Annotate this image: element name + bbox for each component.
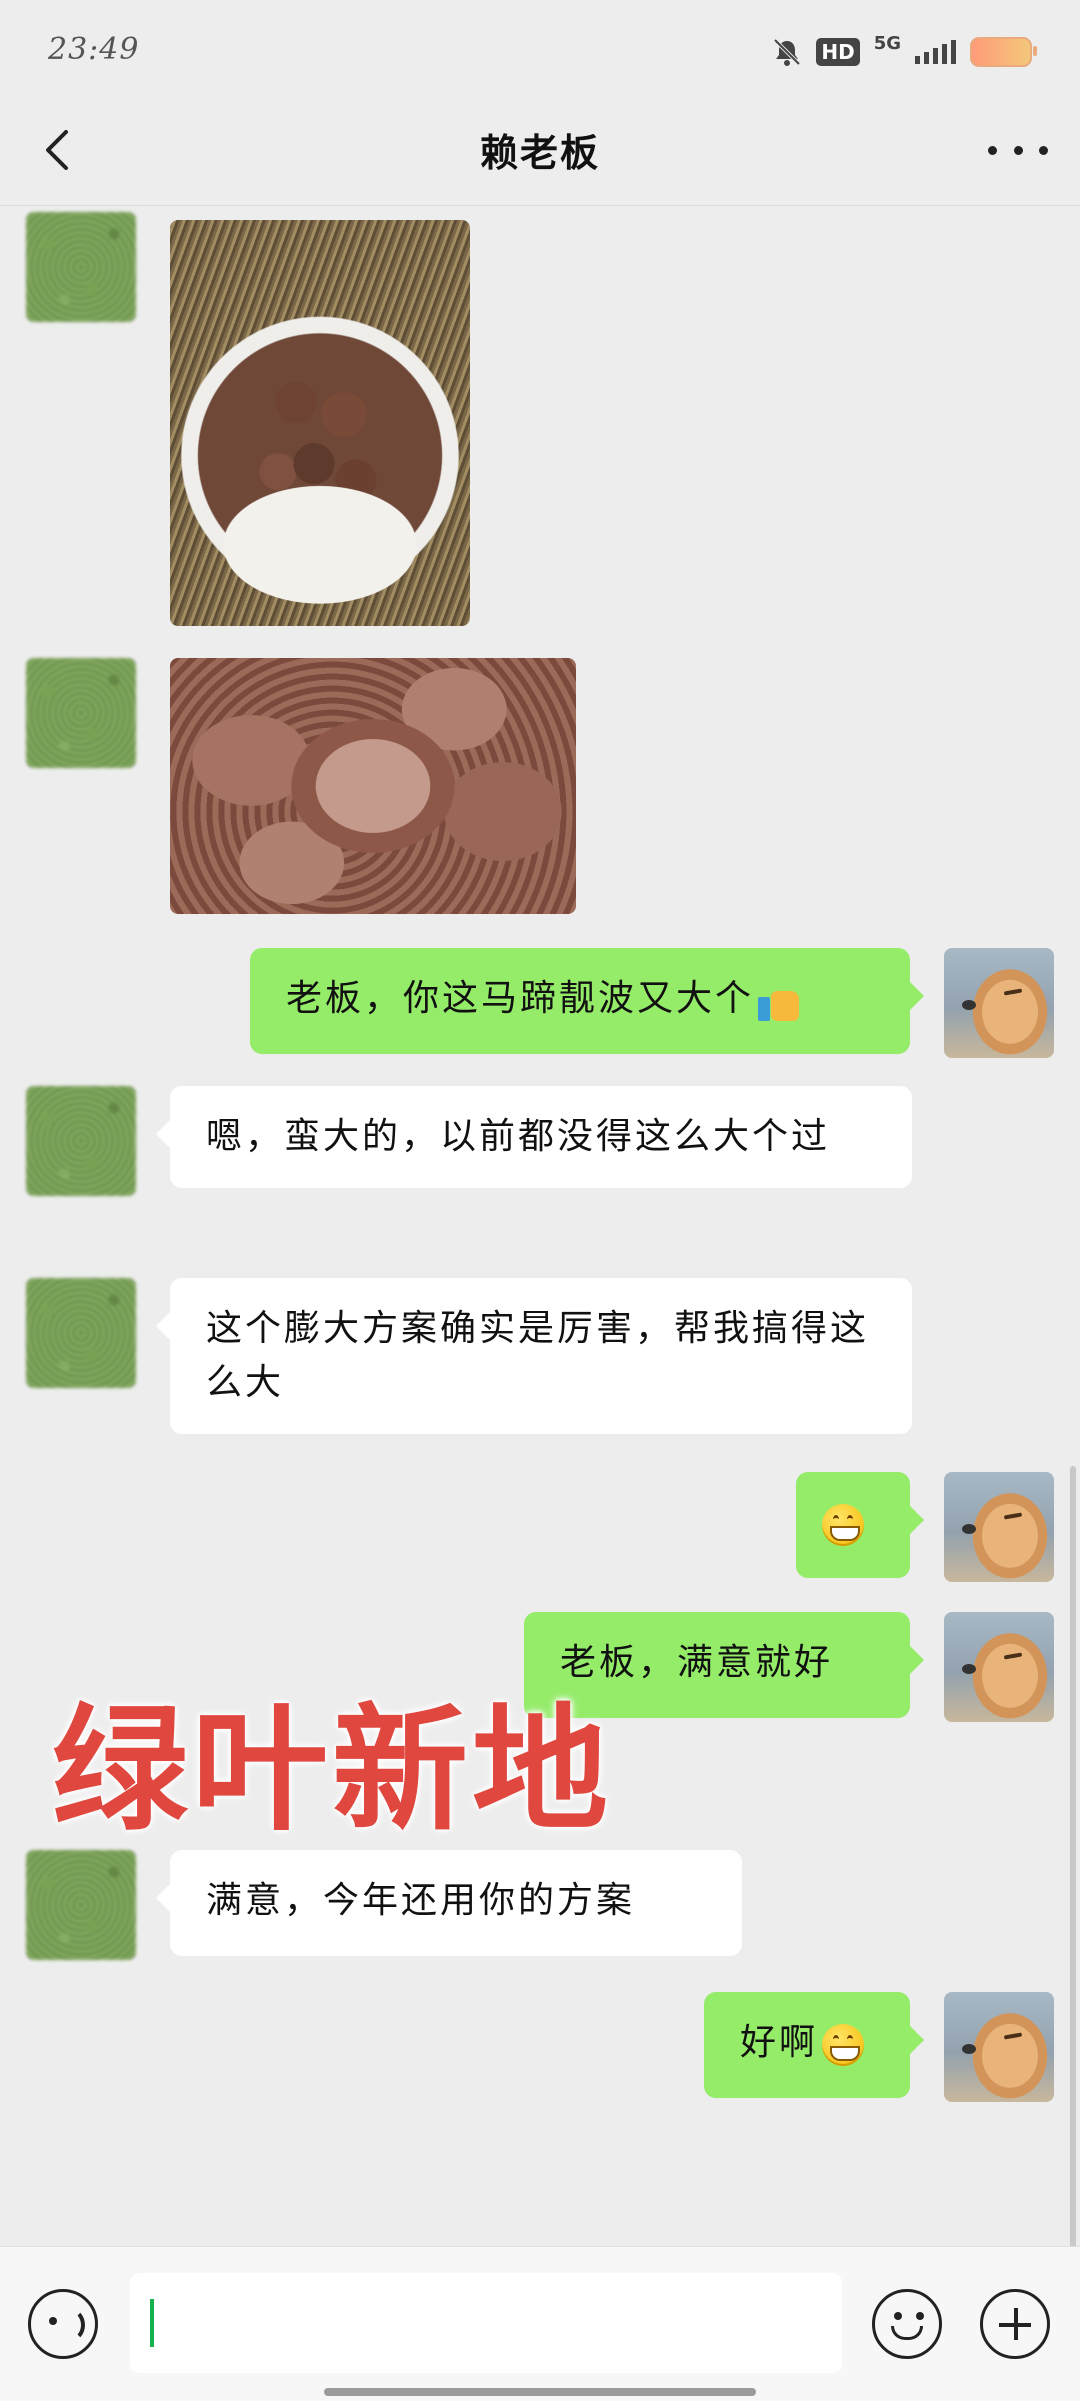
message-bubble-outgoing[interactable] [796, 1472, 924, 1578]
grinning-face-icon [822, 1504, 864, 1546]
more-dots-icon[interactable] [988, 130, 1048, 170]
home-indicator[interactable] [324, 2388, 756, 2396]
message-bubble-outgoing[interactable]: 好啊 [704, 1992, 924, 2098]
watermark-text: 绿叶新地 [52, 1692, 612, 1850]
my-avatar[interactable] [944, 1612, 1054, 1722]
chat-title: 赖老板 [479, 130, 600, 175]
my-avatar[interactable] [944, 1992, 1054, 2102]
mute-bell-icon [773, 38, 801, 66]
plus-icon[interactable] [980, 2289, 1050, 2359]
grinning-face-icon [822, 2024, 865, 2066]
5g-label: 5G [873, 33, 901, 54]
contact-avatar[interactable] [26, 212, 136, 322]
chat-header: 赖老板 [0, 100, 1080, 200]
message-list[interactable]: 老板，你这马蹄靓波又大个 嗯，蛮大的，以前都没得这么大个过 这个膨大方案确实是厉… [0, 206, 1080, 2246]
message-input[interactable] [130, 2273, 842, 2373]
message-text: 老板，你这马蹄靓波又大个 [286, 978, 755, 1019]
contact-avatar[interactable] [26, 1850, 136, 1960]
input-bar [0, 2246, 1080, 2401]
status-bar: 23:49 HD 5G [0, 0, 1080, 100]
contact-avatar[interactable] [26, 1086, 136, 1196]
message-bubble-incoming[interactable]: 满意，今年还用你的方案 [156, 1850, 742, 1956]
status-icons: HD 5G [772, 32, 1037, 72]
my-avatar[interactable] [944, 948, 1054, 1058]
chat-image[interactable] [170, 220, 470, 626]
message-text: 这个膨大方案确实是厉害，帮我搞得这么大 [206, 1308, 870, 1403]
message-bubble-incoming[interactable]: 嗯，蛮大的，以前都没得这么大个过 [156, 1086, 912, 1188]
contact-avatar[interactable] [26, 658, 136, 768]
message-text: 好啊 [740, 2022, 819, 2063]
message-text: 满意，今年还用你的方案 [206, 1880, 636, 1921]
thumbs-up-icon [758, 981, 800, 1021]
hd-icon: HD [816, 38, 860, 66]
chat-image[interactable] [170, 658, 576, 914]
message-bubble-outgoing[interactable]: 老板，你这马蹄靓波又大个 [250, 948, 924, 1054]
message-bubble-incoming[interactable]: 这个膨大方案确实是厉害，帮我搞得这么大 [156, 1278, 912, 1434]
signal-icon [915, 40, 956, 64]
status-time: 23:49 [48, 32, 140, 67]
emoji-icon[interactable] [872, 2289, 942, 2359]
voice-icon[interactable] [28, 2289, 98, 2359]
scrollbar[interactable] [1070, 1466, 1076, 2246]
battery-icon [970, 37, 1037, 67]
text-caret [150, 2299, 154, 2347]
my-avatar[interactable] [944, 1472, 1054, 1582]
message-text: 嗯，蛮大的，以前都没得这么大个过 [206, 1116, 831, 1157]
contact-avatar[interactable] [26, 1278, 136, 1388]
